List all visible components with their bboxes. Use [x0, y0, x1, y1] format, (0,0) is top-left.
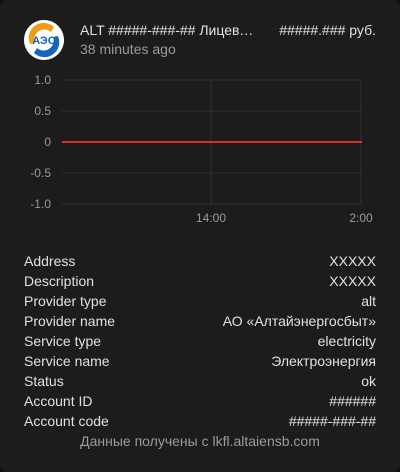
attribute-value: #####-###-##: [288, 413, 376, 429]
attribute-value: electricity: [317, 333, 376, 349]
attribution-text: Данные получены с lkfl.altaiensb.com: [80, 433, 320, 449]
last-updated: 38 minutes ago: [80, 41, 176, 57]
balance-state: #####.### руб.: [279, 22, 376, 38]
x-tick-label: 14:00: [196, 211, 226, 225]
attribute-label: Service name: [24, 353, 110, 369]
attribute-row: Address XXXXX: [24, 251, 376, 271]
svg-text:АЭС: АЭС: [32, 35, 55, 47]
card-header[interactable]: АЭС ALT #####-###-## Лицевой счёт 38 min…: [24, 20, 376, 60]
attribute-row: Status ok: [24, 371, 376, 391]
y-tick-label: -1.0: [30, 197, 51, 211]
attribute-row: Service name Электроэнергия: [24, 351, 376, 371]
x-tick-label: 2:00: [349, 211, 373, 225]
attribute-label: Service type: [24, 333, 102, 349]
attribute-label: Provider name: [24, 313, 116, 329]
aes-logo-icon: АЭС: [24, 20, 64, 60]
attribute-label: Provider type: [24, 293, 107, 309]
attribute-value: ######: [329, 393, 376, 409]
attributes-list: Address XXXXX Description XXXXX Provider typ…: [24, 251, 376, 431]
y-tick-label: 0.5: [34, 104, 51, 118]
attribute-row: Provider type alt: [24, 291, 376, 311]
attribute-row: Account ID ######: [24, 391, 376, 411]
attribute-value: Электроэнергия: [271, 353, 376, 369]
attribute-value: XXXXX: [329, 253, 376, 269]
attribute-row: Service type electricity: [24, 331, 376, 351]
y-tick-label: 1.0: [34, 73, 51, 87]
attribute-label: Account ID: [24, 393, 93, 409]
history-chart[interactable]: 1.0 0.5 0 -0.5 -1.0 14:00 2:00: [0, 66, 400, 236]
attribute-row: Account code #####-###-##: [24, 411, 376, 431]
y-tick-label: 0: [44, 135, 51, 149]
attribute-value: АО «Алтайэнергосбыт»: [222, 313, 376, 329]
attribute-value: ok: [361, 373, 376, 389]
attribute-row: Description XXXXX: [24, 271, 376, 291]
y-tick-label: -0.5: [30, 166, 51, 180]
entity-card: АЭС ALT #####-###-## Лицевой счёт 38 min…: [0, 0, 400, 472]
card-title: ALT #####-###-## Лицевой счёт: [80, 22, 254, 38]
attribute-row: Provider name АО «Алтайэнергосбыт»: [24, 311, 376, 331]
attribute-label: Status: [24, 373, 64, 389]
attribute-value: alt: [361, 293, 376, 309]
attribute-label: Description: [24, 273, 95, 289]
attribute-label: Address: [24, 253, 76, 269]
attribute-label: Account code: [24, 413, 109, 429]
attribute-value: XXXXX: [329, 273, 376, 289]
